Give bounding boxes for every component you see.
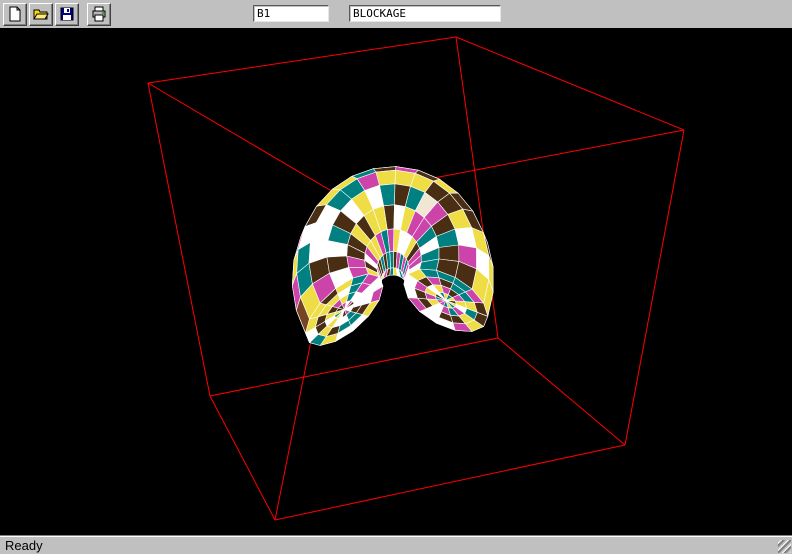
toolbar [0,0,792,28]
save-floppy-icon [59,6,75,22]
block-id-field[interactable] [253,5,329,22]
3d-viewport[interactable] [0,28,792,535]
3d-scene [0,28,792,535]
status-bar: Ready [0,535,792,554]
save-button[interactable] [55,3,79,26]
application-window: { "window": { "background": "#c0c0c0" },… [0,0,792,554]
block-name-field[interactable] [349,5,501,22]
new-button[interactable] [3,3,27,26]
open-button[interactable] [29,3,53,26]
status-text: Ready [5,538,43,553]
new-document-icon [7,6,23,22]
print-icon [91,6,107,22]
print-button[interactable] [87,3,111,26]
resize-grip[interactable] [778,540,791,553]
open-folder-icon [33,6,49,22]
